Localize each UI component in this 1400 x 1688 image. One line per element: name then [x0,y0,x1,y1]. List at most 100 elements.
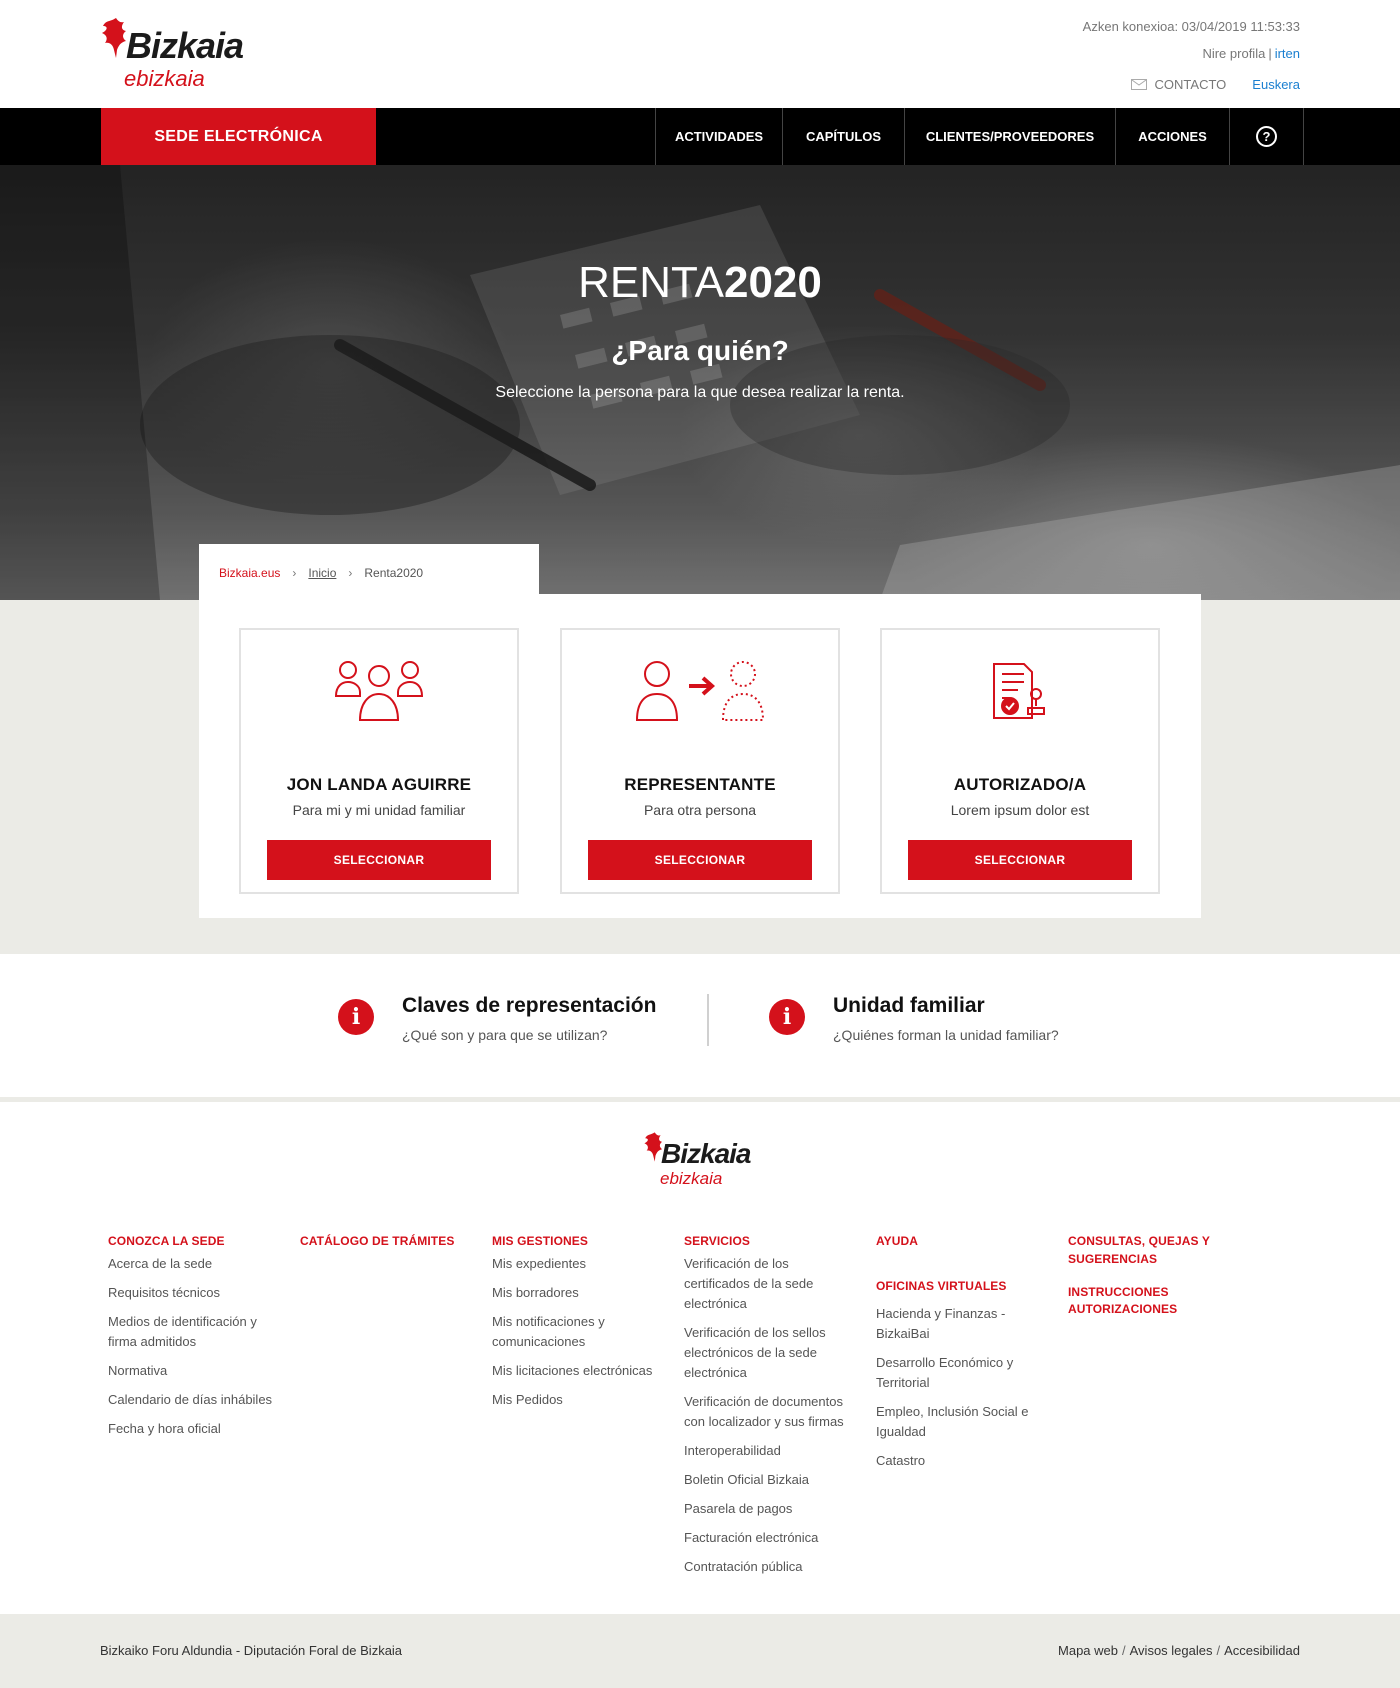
footer-link[interactable]: Calendario de días inhábiles [108,1390,288,1410]
sitemap-link[interactable]: Mapa web [1058,1643,1118,1658]
footer-link[interactable]: Verificación de los sellos electrónicos … [684,1323,834,1383]
info-icon: i [338,999,374,1035]
hero-title-light: RENTA [578,258,724,307]
hero-background-photo [0,165,1400,600]
footer-link[interactable]: Verificación de documentos con localizad… [684,1392,859,1432]
logout-link[interactable]: irten [1275,46,1300,61]
nav-item-capitulos[interactable]: CAPÍTULOS [783,108,905,165]
footer-link[interactable]: Medios de identificación y firma admitid… [108,1312,278,1352]
card-description: Lorem ipsum dolor est [950,802,1090,818]
footer-heading[interactable]: CONOZCA LA SEDE [108,1234,225,1248]
footer-heading[interactable]: INSTRUCCIONES AUTORIZACIONES [1068,1284,1198,1318]
breadcrumb: Bizkaia.eus › Inicio › Renta2020 [199,544,539,600]
logo-sub: ebizkaia [124,66,205,91]
info-representation-keys[interactable]: i Claves de representación ¿Qué son y pa… [338,994,656,1043]
representative-icon [562,660,838,730]
legal-separator: / [1122,1643,1126,1658]
hero-title-year: 2020 [723,258,822,307]
footer-link[interactable]: Mis Pedidos [492,1390,672,1410]
sede-electronica-button[interactable]: SEDE ELECTRÓNICA [101,108,376,165]
card-name: AUTORIZADO/A [953,775,1087,794]
help-button[interactable]: ? [1230,108,1304,165]
card-description: Para mi y mi unidad familiar [292,802,466,818]
footer-link[interactable]: Verificación de los certificados de la s… [684,1254,834,1314]
footer-heading[interactable]: SERVICIOS [684,1234,750,1248]
footer-col-ayuda: AYUDA OFICINAS VIRTUALES Hacienda y Fina… [876,1232,1056,1471]
info-title: Claves de representación [402,994,657,1017]
profile-link[interactable]: Nire profila [1202,46,1265,61]
footer-link[interactable]: Fecha y hora oficial [108,1419,288,1439]
hero-title: RENTA2020 [0,261,1400,305]
mail-icon [1130,79,1147,90]
info-text: Unidad familiar ¿Quiénes forman la unida… [833,994,1059,1043]
footer-logo-brand: Bizkaia [661,1138,751,1169]
footer-link[interactable]: Normativa [108,1361,288,1381]
card-name: JON LANDA AGUIRRE [286,775,472,794]
footer-col-sede: CONOZCA LA SEDE Acerca de la sede Requis… [108,1232,288,1439]
footer-link[interactable]: Pasarela de pagos [684,1499,864,1519]
footer-link[interactable]: Mis notificaciones y comunicaciones [492,1312,632,1352]
info-title: Unidad familiar [833,994,985,1017]
select-button[interactable]: SELECCIONAR [588,840,812,880]
footer-link[interactable]: Boletin Oficial Bizkaia [684,1470,864,1490]
bizkaia-logo[interactable]: Bizkaia ebizkaia [100,16,260,92]
bottom-bar: Bizkaiko Foru Aldundia - Diputación Fora… [0,1614,1400,1688]
footer-heading[interactable]: OFICINAS VIRTUALES [876,1278,1056,1295]
card-description: Para otra persona [643,802,757,818]
footer-link[interactable]: Desarrollo Económico y Territorial [876,1353,1026,1393]
footer-col-servicios: SERVICIOS Verificación de los certificad… [684,1232,864,1577]
card-authorized: AUTORIZADO/A Lorem ipsum dolor est SELEC… [880,628,1160,894]
footer-link[interactable]: Catastro [876,1451,1056,1471]
footer-link[interactable]: Contratación pública [684,1557,864,1577]
footer-link[interactable]: Acerca de la sede [108,1254,288,1274]
profile-line: Nire profila | irten [1202,46,1300,61]
nav-menu: ACTIVIDADES CAPÍTULOS CLIENTES/PROVEEDOR… [655,108,1304,165]
card-representative: REPRESENTANTE Para otra persona SELECCIO… [560,628,840,894]
footer-link[interactable]: Mis licitaciones electrónicas [492,1361,672,1381]
legal-links: Mapa web / Avisos legales / Accesibilidad [1058,1643,1300,1658]
footer-heading[interactable]: MIS GESTIONES [492,1234,588,1248]
legal-separator: / [1216,1643,1221,1658]
nav-item-actividades[interactable]: ACTIVIDADES [656,108,783,165]
card-name: REPRESENTANTE [624,775,776,794]
info-subtitle: ¿Qué son y para que se utilizan? [402,1027,608,1043]
footer-heading[interactable]: CATÁLOGO DE TRÁMITES [300,1234,454,1248]
main-nav: SEDE ELECTRÓNICA ACTIVIDADES CAPÍTULOS C… [0,108,1400,165]
hero-subtitle: ¿Para quién? [611,335,789,366]
accessibility-link[interactable]: Accesibilidad [1224,1643,1300,1658]
profile-separator: | [1268,46,1272,61]
nav-item-clientes-proveedores[interactable]: CLIENTES/PROVEEDORES [905,108,1116,165]
footer-link[interactable]: Requisitos técnicos [108,1283,288,1303]
footer-col-gestiones: MIS GESTIONES Mis expedientes Mis borrad… [492,1232,672,1410]
nav-item-acciones[interactable]: ACCIONES [1116,108,1230,165]
contact-link[interactable]: CONTACTO [1155,77,1227,92]
footer-divider [0,1097,1400,1102]
footer-heading[interactable]: AYUDA [876,1234,918,1248]
info-row: i Claves de representación ¿Qué son y pa… [0,954,1400,1097]
language-link[interactable]: Euskera [1252,77,1300,92]
card-self: JON LANDA AGUIRRE Para mi y mi unidad fa… [239,628,519,894]
hero-description: Seleccione la persona para la que desea … [495,384,905,401]
footer-col-catalogo: CATÁLOGO DE TRÁMITES [300,1232,480,1250]
footer-logo-sub: ebizkaia [660,1169,723,1188]
select-button[interactable]: SELECCIONAR [908,840,1132,880]
footer-logo[interactable]: Bizkaia ebizkaia [643,1130,763,1192]
footer-heading[interactable]: CONSULTAS, QUEJAS Y SUGERENCIAS [1068,1234,1210,1266]
info-family-unit[interactable]: i Unidad familiar ¿Quiénes forman la uni… [769,994,1059,1043]
logo-brand: Bizkaia [126,25,244,66]
info-divider [707,994,709,1046]
last-connection: Azken konexioa: 03/04/2019 11:53:33 [1082,19,1300,34]
legal-notice-link[interactable]: Avisos legales [1130,1643,1213,1658]
footer-link[interactable]: Facturación electrónica [684,1528,864,1548]
select-button[interactable]: SELECCIONAR [267,840,491,880]
contact-line: CONTACTO Euskera [1130,77,1300,92]
footer-link[interactable]: Mis expedientes [492,1254,672,1274]
footer-link[interactable]: Empleo, Inclusión Social e Igualdad [876,1402,1036,1442]
footer-link[interactable]: Mis borradores [492,1283,672,1303]
footer-link[interactable]: Interoperabilidad [684,1441,864,1461]
hero-banner: RENTA2020 ¿Para quién? Seleccione la per… [0,165,1400,600]
info-icon: i [769,999,805,1035]
info-text: Claves de representación ¿Qué son y para… [402,994,656,1043]
footer-link[interactable]: Hacienda y Finanzas - BizkaiBai [876,1304,1016,1344]
cards-panel: JON LANDA AGUIRRE Para mi y mi unidad fa… [199,594,1201,918]
